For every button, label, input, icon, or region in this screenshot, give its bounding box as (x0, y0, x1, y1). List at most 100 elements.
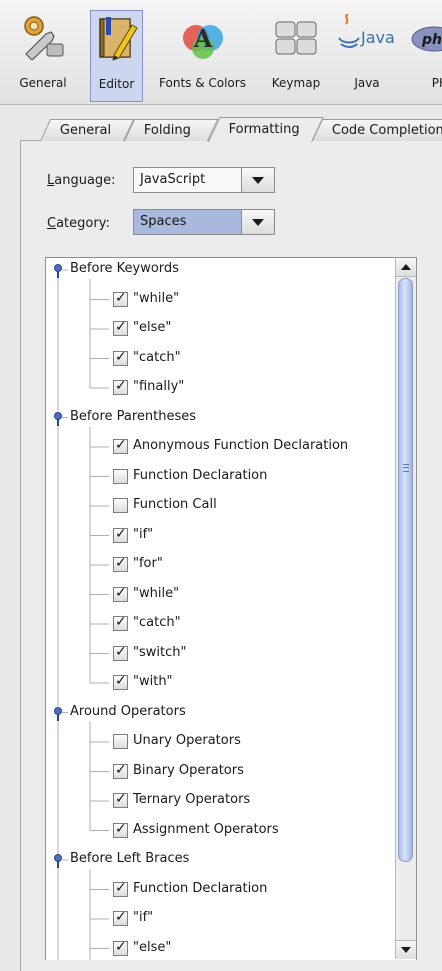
php-icon: ph (411, 26, 442, 52)
toolbar-item-label: General (19, 76, 67, 90)
tab-label: Code Completion (331, 123, 442, 138)
toolbar-item-java[interactable]: Java Java (332, 10, 402, 102)
keyboard-icon (275, 21, 317, 55)
option-label: "while" (133, 290, 180, 306)
option-checkbox[interactable] (113, 734, 128, 749)
tree-group-label[interactable]: Before Left Braces (70, 851, 189, 866)
language-combo[interactable]: JavaScript (133, 167, 275, 193)
tree-expand-handle-icon[interactable] (53, 854, 63, 868)
tree-group-label[interactable]: Around Operators (70, 704, 186, 719)
option-checkbox[interactable]: ✓ (113, 378, 128, 395)
checkmark-icon: ✓ (115, 555, 127, 571)
pencil-notebook-icon (98, 17, 138, 61)
option-checkbox[interactable]: ✓ (113, 909, 128, 926)
tree-group-label[interactable]: Before Keywords (70, 261, 179, 276)
toolbar-item-general[interactable]: General (0, 10, 86, 102)
option-label: "finally" (133, 379, 185, 394)
option-label: "else" (133, 939, 172, 955)
option-checkbox[interactable]: ✓ (113, 437, 128, 454)
php-logo-text: ph (421, 32, 442, 48)
option-checkbox[interactable]: ✓ (113, 761, 128, 779)
svg-text:A: A (192, 24, 212, 53)
scroll-up-arrow-icon[interactable] (396, 258, 416, 277)
tab-code-completion[interactable]: Code Completion (312, 119, 442, 141)
toolbar-item-label: Editor (98, 77, 135, 91)
grip-icon (403, 464, 409, 472)
option-label: "for" (133, 556, 163, 571)
checkmark-icon: ✓ (115, 673, 127, 689)
wrench-gear-icon (24, 16, 64, 60)
option-checkbox[interactable]: ✓ (113, 791, 128, 808)
tree-expand-handle-icon[interactable] (53, 411, 63, 426)
option-label: Binary Operators (133, 762, 244, 778)
tab-folding[interactable]: Folding (124, 119, 219, 141)
checkmark-icon: ✓ (115, 643, 127, 660)
option-checkbox[interactable]: ✓ (113, 821, 128, 838)
toolbar-item-keymap[interactable]: Keymap (262, 10, 330, 102)
toolbar-item-label: Fonts & Colors (159, 76, 246, 90)
checkmark-icon: ✓ (115, 289, 127, 306)
option-label: "with" (133, 674, 173, 689)
checkmark-icon: ✓ (115, 761, 127, 778)
option-label: "if" (133, 526, 154, 542)
option-checkbox[interactable]: ✓ (113, 673, 128, 690)
toolbar-item-editor[interactable]: Editor (90, 10, 143, 102)
option-checkbox[interactable]: ✓ (113, 319, 128, 336)
option-label: "catch" (133, 349, 181, 365)
tree-expand-handle-icon[interactable] (53, 264, 63, 278)
tree-group-label[interactable]: Before Parentheses (70, 409, 196, 424)
option-label: Ternary Operators (133, 792, 251, 807)
option-checkbox[interactable]: ✓ (113, 880, 128, 897)
option-checkbox[interactable]: ✓ (113, 525, 128, 543)
checkmark-icon: ✓ (115, 614, 127, 630)
option-label: "if" (133, 910, 154, 925)
scrollbar-thumb[interactable] (398, 278, 413, 862)
language-value: JavaScript (140, 172, 206, 187)
toolbar-item-fonts-colors[interactable]: A Fonts & Colors (145, 10, 260, 102)
option-label: "else" (133, 320, 172, 335)
option-checkbox[interactable]: ✓ (113, 938, 128, 956)
checkmark-icon: ✓ (115, 525, 127, 542)
option-label: Function Declaration (133, 880, 268, 896)
option-label: Function Call (133, 497, 217, 512)
java-logo-text: Java (360, 28, 395, 47)
option-checkbox[interactable]: ✓ (113, 289, 128, 307)
option-checkbox[interactable] (113, 498, 128, 513)
toolbar-item-label: Java (354, 76, 380, 90)
option-label: "switch" (133, 644, 187, 660)
checkmark-icon: ✓ (115, 378, 127, 394)
option-checkbox[interactable] (113, 468, 128, 484)
option-checkbox[interactable]: ✓ (113, 643, 128, 661)
category-label: Category: (47, 216, 110, 231)
color-font-icon: A (182, 24, 223, 59)
tab-label: Folding (143, 123, 191, 138)
toolbar-item-label: PH (431, 76, 442, 90)
language-label: Language: (47, 173, 116, 188)
option-checkbox[interactable]: ✓ (113, 614, 128, 631)
checkmark-icon: ✓ (115, 319, 127, 335)
checkmark-icon: ✓ (115, 909, 127, 925)
tab-label: Formatting (228, 122, 300, 137)
option-label: Function Declaration (133, 467, 268, 483)
scroll-down-arrow-icon[interactable] (396, 940, 416, 959)
checkmark-icon: ✓ (115, 584, 127, 601)
toolbar-item-label: Keymap (271, 76, 321, 90)
tab-general[interactable]: General (40, 119, 135, 141)
tree-vertical-scrollbar[interactable] (395, 258, 416, 959)
checkmark-icon: ✓ (115, 938, 127, 955)
option-label: Unary Operators (133, 733, 241, 748)
toolbar-item-php[interactable]: ph PH (404, 10, 442, 102)
option-checkbox[interactable]: ✓ (113, 349, 128, 366)
tree-expand-handle-icon[interactable] (53, 706, 63, 721)
option-checkbox[interactable]: ✓ (113, 584, 128, 602)
spaces-options-tree: Before Keywords ✓ "while" ✓ "else" ✓ "catch" ✓ "… (45, 257, 417, 960)
tab-label: General (59, 123, 112, 138)
chevron-down-icon[interactable] (241, 210, 274, 234)
category-value: Spaces (140, 214, 187, 229)
tab-formatting[interactable]: Formatting (208, 117, 324, 142)
chevron-down-icon[interactable] (241, 168, 274, 192)
option-label: "catch" (133, 615, 181, 630)
checkmark-icon: ✓ (115, 437, 127, 453)
category-combo[interactable]: Spaces (133, 209, 275, 235)
option-checkbox[interactable]: ✓ (113, 555, 128, 572)
